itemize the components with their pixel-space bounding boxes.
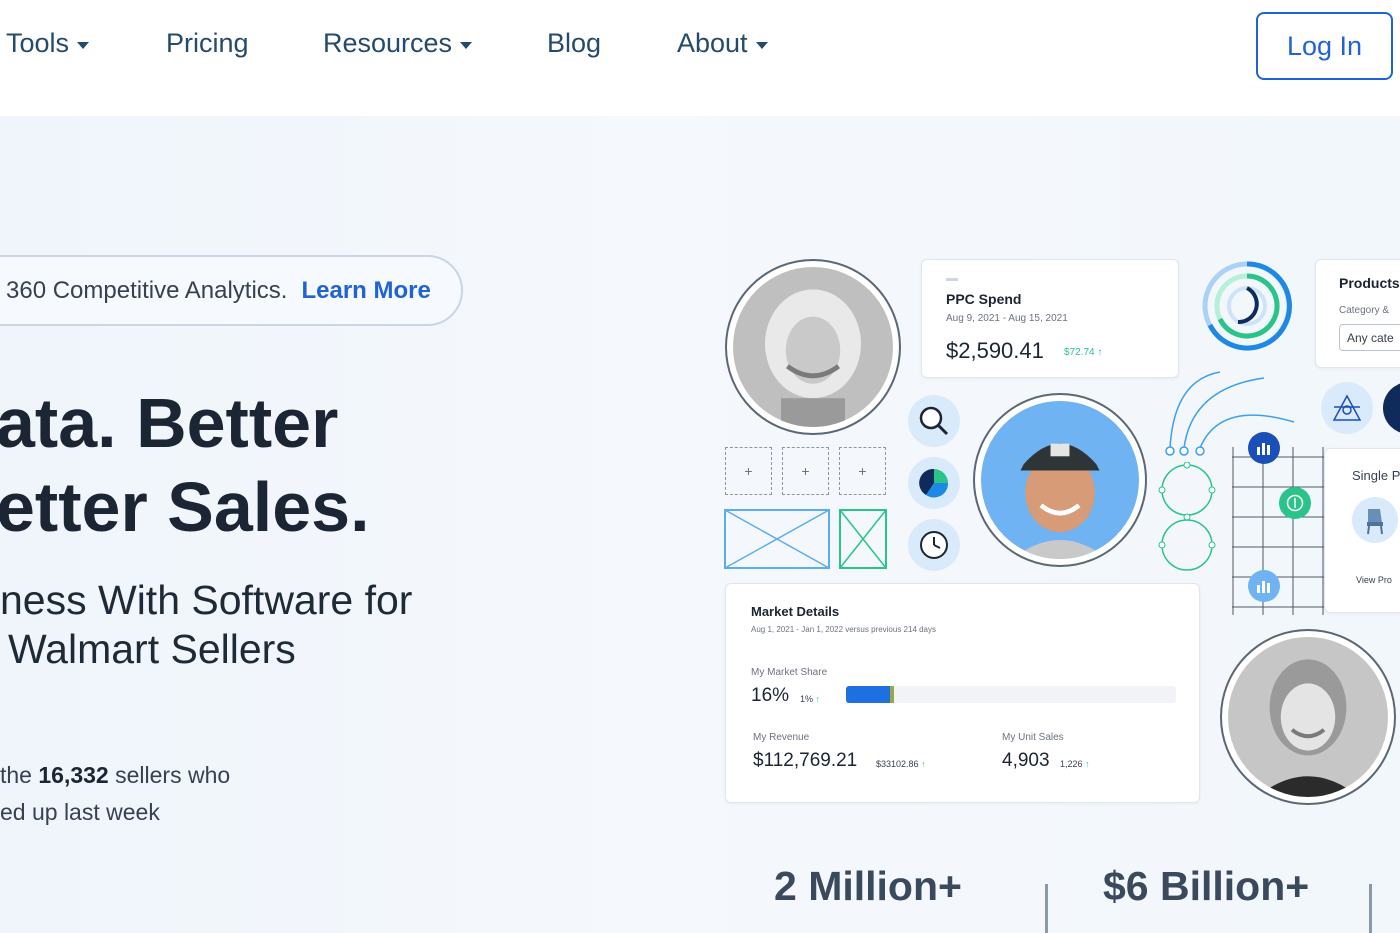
learn-more-link[interactable]: Learn More [301, 277, 430, 305]
stat-divider [1045, 884, 1048, 933]
unit-sales-delta: 1,226 ↑ [1060, 759, 1090, 769]
unit-sales-delta-value: 1,226 [1060, 759, 1083, 769]
chevron-down-icon [755, 41, 768, 49]
unit-sales-label: My Unit Sales [1002, 732, 1064, 743]
nav-pricing[interactable]: Pricing [166, 28, 249, 59]
chevron-down-icon [460, 41, 473, 49]
social-prefix: the [0, 762, 32, 788]
ppc-date-range: Aug 9, 2021 - Aug 15, 2021 [946, 313, 1068, 324]
placeholder-box: + [782, 447, 829, 495]
social-proof-line2: ed up last week [0, 799, 160, 825]
products-filter-label: Category & [1339, 305, 1390, 316]
image-placeholder-icon [839, 509, 887, 569]
hero-section: 360 Competitive Analytics. Learn More at… [0, 116, 1400, 933]
products-title: Products [1339, 275, 1400, 291]
unit-sales-value: 4,903 [1002, 750, 1050, 771]
dashboard-icon [1383, 382, 1400, 434]
revenue-label: My Revenue [753, 732, 810, 743]
seller-count: 16,332 [38, 762, 109, 788]
nav-tools[interactable]: Tools [6, 28, 90, 59]
nav-blog[interactable]: Blog [547, 28, 601, 59]
login-button[interactable]: Log In [1256, 12, 1393, 80]
ppc-amount: $2,590.41 [946, 338, 1044, 363]
revenue-delta: $33102.86 ↑ [876, 759, 926, 769]
view-product-button[interactable]: View Pro [1356, 575, 1392, 585]
nav-about-label: About [677, 28, 748, 58]
hero-subhead-line1: ness With Software for [0, 577, 413, 623]
nav-about[interactable]: About [677, 28, 768, 59]
market-share-bar [846, 686, 1176, 703]
chair-icon [1352, 497, 1398, 543]
placeholder-box: + [839, 447, 886, 495]
hero-headline-line1: ata. Better [0, 384, 339, 462]
radial-progress-icon [1202, 261, 1292, 351]
bar-chart-icon [1248, 432, 1280, 464]
network-icon [1321, 382, 1373, 434]
grid-chart-icon [1232, 447, 1332, 615]
market-details-card: Market Details Aug 1, 2021 - Jan 1, 2022… [725, 583, 1200, 803]
ppc-title: PPC Spend [946, 291, 1022, 307]
announcement-text: 360 Competitive Analytics. [6, 276, 288, 304]
avatar-woman-smiling [1220, 629, 1396, 805]
single-product-card: Single P View Pro [1324, 448, 1400, 613]
ppc-delta-value: $72.74 [1064, 347, 1095, 358]
image-placeholder-icon [724, 509, 830, 569]
social-suffix: sellers who [115, 762, 231, 788]
market-details-title: Market Details [751, 604, 840, 619]
hero-subhead-line2: Walmart Sellers [8, 626, 296, 672]
search-icon [908, 395, 960, 447]
announcement-pill: 360 Competitive Analytics. Learn More [0, 255, 463, 326]
market-share-bar-fill [846, 686, 894, 703]
nav-blog-label: Blog [547, 28, 602, 58]
drag-handle-icon [946, 278, 958, 281]
nav-tools-label: Tools [6, 28, 70, 58]
market-share-label: My Market Share [751, 667, 828, 678]
bar-chart-icon [1248, 570, 1280, 602]
market-share-delta-value: 1% [800, 694, 814, 704]
placeholder-box: + [725, 447, 772, 495]
category-select[interactable]: Any cate [1339, 324, 1400, 351]
top-nav: Tools Pricing Resources Blog About Log I… [0, 0, 1400, 116]
ppc-spend-card: PPC Spend Aug 9, 2021 - Aug 15, 2021 $2,… [921, 259, 1179, 378]
nav-resources-label: Resources [323, 28, 453, 58]
clock-icon [908, 519, 960, 571]
avatar-man-cap [973, 393, 1147, 567]
nav-pricing-label: Pricing [166, 28, 249, 58]
products-card: Products Category & Any cate [1315, 259, 1400, 368]
market-share-delta: 1% ↑ [800, 694, 821, 704]
market-share-value: 16% [751, 685, 790, 706]
chevron-down-icon [77, 41, 90, 49]
pie-chart-icon [908, 457, 960, 509]
stat-sellers: 2 Million+ [774, 863, 962, 909]
revenue-value: $112,769.21 [753, 750, 858, 771]
social-proof-line1: the 16,332 sellers who [0, 762, 230, 789]
stat-revenue: $6 Billion+ [1103, 863, 1310, 909]
hero-headline-line2: etter Sales. [0, 468, 370, 546]
connector-circles-icon [1158, 462, 1216, 571]
avatar-woman-blonde [725, 259, 901, 435]
nav-resources[interactable]: Resources [323, 28, 473, 59]
ppc-delta: $72.74 ↑ [1064, 347, 1103, 358]
single-product-title: Single P [1352, 468, 1400, 483]
market-date-range: Aug 1, 2021 - Jan 1, 2022 versus previou… [751, 625, 937, 634]
stat-divider [1369, 884, 1372, 933]
revenue-delta-value: $33102.86 [876, 759, 919, 769]
dollar-icon [1279, 487, 1311, 519]
